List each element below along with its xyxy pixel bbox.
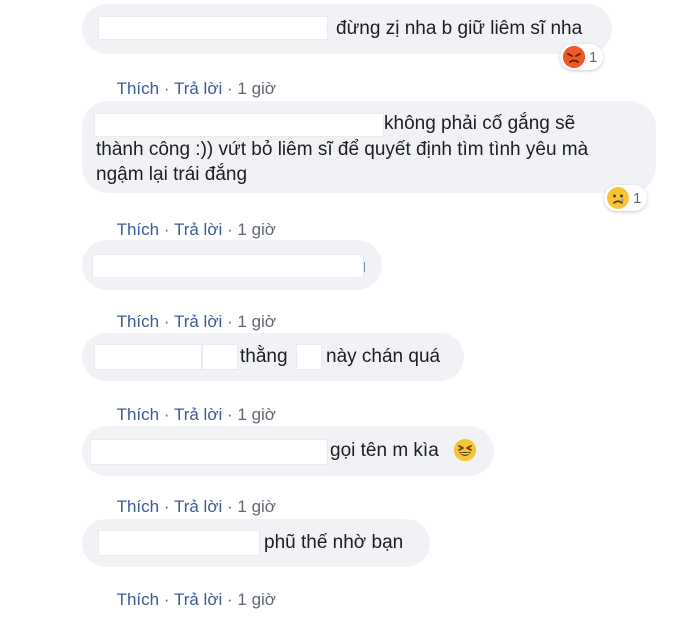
reaction-count: 1 — [589, 48, 598, 66]
redacted-name — [98, 530, 260, 556]
separator: · — [226, 312, 233, 331]
separator: · — [226, 590, 233, 609]
timestamp[interactable]: 1 giờ — [237, 79, 276, 98]
comment-text-line-3: ngậm lại trái đắng — [96, 164, 248, 185]
comment-text: gọi tên m kìa — [330, 440, 439, 461]
timestamp[interactable]: 1 giờ — [237, 220, 276, 239]
comment-bubble — [82, 240, 382, 290]
comment-text-part-2: này chán quá — [326, 346, 441, 367]
reply-link[interactable]: Trả lời — [174, 497, 222, 516]
comment-bubble: gọi tên m kìa — [82, 426, 494, 476]
reply-link[interactable]: Trả lời — [174, 590, 222, 609]
comment-bubble: phũ thế nhờ bạn — [82, 519, 430, 567]
reaction-count: 1 — [633, 189, 642, 207]
separator: · — [163, 405, 170, 424]
comment-bubble: không phải cố gắng sẽ thành công :)) vứt… — [82, 101, 656, 193]
redacted-name — [90, 439, 328, 465]
separator: · — [163, 590, 170, 609]
comment-text-line-2: thành công :)) vứt bỏ liêm sĩ để quyết đ… — [96, 139, 589, 160]
reaction-badge[interactable]: 1 — [560, 44, 604, 70]
reply-link[interactable]: Trả lời — [174, 405, 222, 424]
separator: · — [226, 405, 233, 424]
timestamp[interactable]: 1 giờ — [237, 312, 276, 331]
redacted-word — [296, 344, 322, 370]
redacted-name — [94, 113, 384, 137]
separator: · — [163, 497, 170, 516]
comment-actions: Thích · Trả lời · 1 giờ — [98, 570, 276, 630]
angry-face-icon — [563, 46, 585, 68]
redacted-name-part — [202, 344, 238, 370]
reply-link[interactable]: Trả lời — [174, 79, 222, 98]
like-link[interactable]: Thích — [117, 79, 160, 98]
comment-text: đừng zị nha b giữ liêm sĩ nha — [336, 18, 583, 39]
reply-link[interactable]: Trả lời — [174, 312, 222, 331]
like-link[interactable]: Thích — [117, 405, 160, 424]
separator: · — [163, 79, 170, 98]
separator: · — [226, 79, 233, 98]
timestamp[interactable]: 1 giờ — [237, 497, 276, 516]
separator: · — [163, 220, 170, 239]
like-link[interactable]: Thích — [117, 590, 160, 609]
redacted-name — [94, 344, 202, 370]
comment-bubble: thằng này chán quá — [82, 333, 464, 381]
comment-text-part-1: thằng — [240, 346, 288, 367]
like-link[interactable]: Thích — [117, 312, 160, 331]
reply-link[interactable]: Trả lời — [174, 220, 222, 239]
timestamp[interactable]: 1 giờ — [237, 405, 276, 424]
like-link[interactable]: Thích — [117, 497, 160, 516]
redacted-name — [98, 16, 328, 40]
timestamp[interactable]: 1 giờ — [237, 590, 276, 609]
separator: · — [226, 220, 233, 239]
comment-text-line-1: không phải cố gắng sẽ — [384, 113, 576, 134]
redacted-name — [92, 254, 364, 278]
separator: · — [226, 497, 233, 516]
separator: · — [163, 312, 170, 331]
like-link[interactable]: Thích — [117, 220, 160, 239]
reaction-badge[interactable]: 1 — [604, 185, 648, 211]
sad-face-icon — [607, 187, 629, 209]
comment-bubble: đừng zị nha b giữ liêm sĩ nha — [82, 4, 612, 54]
text-cursor — [364, 262, 365, 272]
laughing-face-icon — [454, 439, 476, 461]
comment-text: phũ thế nhờ bạn — [264, 532, 404, 553]
